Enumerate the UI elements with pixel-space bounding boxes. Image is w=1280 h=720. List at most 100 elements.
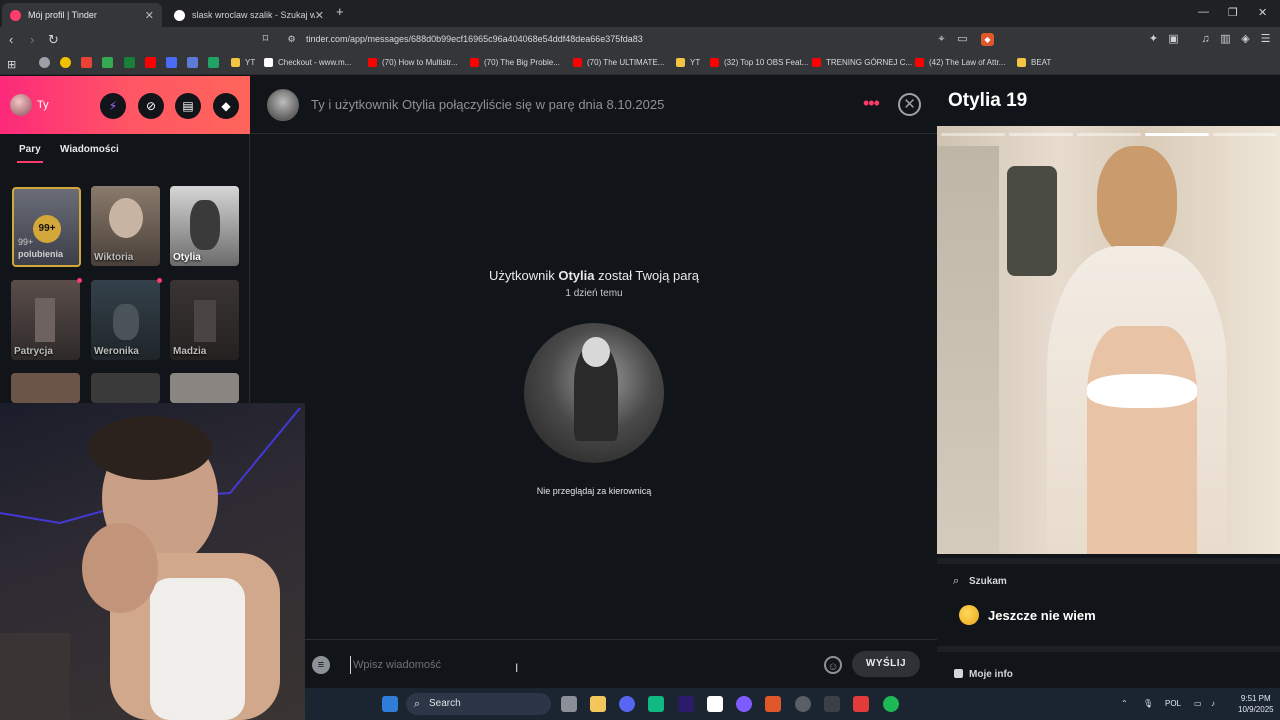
youtube-icon: [470, 58, 479, 67]
sidebar-icon[interactable]: ▥: [1219, 33, 1232, 46]
menu-icon[interactable]: ☰: [1259, 33, 1272, 46]
wallet-icon[interactable]: ◈: [1239, 33, 1252, 46]
profile-photo[interactable]: [937, 126, 1280, 554]
bookmark-item[interactable]: (32) Top 10 OBS Feat...: [710, 58, 808, 67]
bookmark-item[interactable]: (70) The Big Proble...: [470, 58, 560, 67]
match-card-weronika[interactable]: Weronika: [91, 280, 160, 360]
brave-shields-icon[interactable]: ◆: [981, 33, 994, 46]
tab-tinder[interactable]: Mój profil | Tinder ✕: [2, 3, 162, 27]
google-favicon-icon: [174, 9, 185, 21]
match-date-text: Ty i użytkownik Otylia połączyliście się…: [311, 97, 665, 112]
tab-messages[interactable]: Wiadomości: [60, 144, 119, 155]
match-title: Użytkownik Otylia został Twoją parą: [488, 268, 700, 283]
brave-icon[interactable]: [765, 696, 781, 712]
likes-tile[interactable]: 99+ 99+ polubienia: [12, 187, 81, 267]
bookmark-folder[interactable]: BEAT: [1017, 58, 1051, 67]
youtube-bookmark-icon[interactable]: [145, 57, 156, 68]
app-icon[interactable]: [648, 696, 664, 712]
send-button[interactable]: WYŚLIJ: [852, 651, 920, 677]
drive-bookmark-icon[interactable]: [102, 57, 113, 68]
media-icon[interactable]: ♫: [1199, 33, 1212, 46]
more-options-icon[interactable]: •••: [863, 94, 880, 112]
app-icon[interactable]: [736, 696, 752, 712]
gmail-bookmark-icon[interactable]: [81, 57, 92, 68]
gif-icon[interactable]: ≡: [312, 656, 330, 674]
search-icon: ⌕: [953, 575, 960, 587]
cast-icon[interactable]: ▭: [956, 33, 969, 46]
minimize-button[interactable]: —: [1198, 6, 1209, 18]
my-info-title: Moje info: [969, 669, 1013, 680]
bookmark-item[interactable]: TRENING GÓRNEJ C...: [812, 58, 912, 67]
phone-shape: [1007, 166, 1057, 276]
youtube-icon: [710, 58, 719, 67]
taskbar-search[interactable]: ⌕ Search: [406, 693, 551, 715]
bookmark-folder[interactable]: YT: [231, 58, 255, 67]
close-icon[interactable]: ✕: [898, 93, 921, 116]
bookmark-folder[interactable]: YT: [676, 58, 700, 67]
message-input[interactable]: [350, 656, 820, 674]
tray-chevron-icon[interactable]: ⌃: [1121, 699, 1128, 708]
tab-google-search[interactable]: slask wroclaw szalik - Szukaj w Googl ✕: [166, 3, 332, 27]
boost-icon[interactable]: ⚡: [100, 93, 126, 119]
clock-time: 9:51 PM: [1240, 694, 1271, 703]
back-icon[interactable]: ‹: [9, 32, 13, 48]
avatar[interactable]: [267, 89, 299, 121]
windows-start-icon[interactable]: [382, 696, 398, 712]
bookmark-item[interactable]: Checkout - www.m...: [264, 58, 351, 67]
terminal-icon[interactable]: [824, 696, 840, 712]
capcut-icon[interactable]: [707, 696, 723, 712]
forward-icon[interactable]: ›: [30, 32, 34, 48]
avatar[interactable]: [10, 94, 32, 116]
emoji-icon[interactable]: ☺: [824, 656, 842, 674]
explore-icon[interactable]: ⊘: [138, 93, 164, 119]
taskbar-clock[interactable]: 9:51 PM 10/9/2025: [1238, 693, 1274, 715]
file-explorer-icon[interactable]: [590, 696, 606, 712]
url-field[interactable]: tinder.com/app/messages/688d0b99ecf16965…: [306, 34, 643, 44]
match-photo[interactable]: [524, 323, 664, 463]
bookmark-item[interactable]: (70) The ULTIMATE...: [573, 58, 664, 67]
app-icon[interactable]: [853, 696, 869, 712]
reload-icon[interactable]: ↻: [48, 32, 59, 48]
task-view-icon[interactable]: [561, 696, 577, 712]
bookmark-icon[interactable]: ⌑: [259, 33, 272, 46]
new-tab-button[interactable]: +: [336, 4, 344, 19]
volume-icon[interactable]: ♪: [1211, 699, 1215, 708]
folder-icon: [231, 58, 240, 67]
spotify-icon[interactable]: [883, 696, 899, 712]
shield-icon[interactable]: ◆: [213, 93, 239, 119]
match-card-patrycja[interactable]: Patrycja: [11, 280, 80, 360]
profile-label[interactable]: Ty: [37, 99, 49, 111]
network-icon[interactable]: ▭: [1194, 699, 1202, 708]
restore-button[interactable]: ❐: [1228, 6, 1238, 19]
apple-bookmark-icon[interactable]: [39, 57, 50, 68]
bookmark-item[interactable]: (70) How to Multistr...: [368, 58, 458, 67]
bookmark-icon[interactable]: [208, 57, 219, 68]
bookmark-icon[interactable]: [187, 57, 198, 68]
window-close-button[interactable]: ✕: [1258, 6, 1267, 19]
looking-for-title: Szukam: [969, 576, 1007, 587]
match-card[interactable]: [91, 373, 160, 403]
premiere-icon[interactable]: [678, 696, 694, 712]
tab-close-icon[interactable]: ✕: [145, 9, 154, 22]
bookmark-icon[interactable]: [166, 57, 177, 68]
match-card[interactable]: [11, 373, 80, 403]
briefcase-icon[interactable]: ▤: [175, 93, 201, 119]
obs-icon[interactable]: [795, 696, 811, 712]
sheets-bookmark-icon[interactable]: [124, 57, 135, 68]
bookmark-item[interactable]: (42) The Law of Attr...: [915, 58, 1005, 67]
language-indicator[interactable]: POL: [1165, 699, 1181, 708]
site-settings-icon[interactable]: ⚙: [285, 33, 298, 46]
microphone-icon[interactable]: 🎙: [1143, 699, 1153, 708]
match-card-wiktoria[interactable]: Wiktoria: [91, 186, 160, 266]
bookmark-icon[interactable]: [60, 57, 71, 68]
match-card[interactable]: [170, 373, 239, 403]
apps-icon[interactable]: ⊞: [7, 58, 16, 71]
discord-icon[interactable]: [619, 696, 635, 712]
tab-close-icon[interactable]: ✕: [315, 9, 324, 22]
screenshot-icon[interactable]: ▣: [1167, 33, 1180, 46]
match-card-madzia[interactable]: Madzia: [170, 280, 239, 360]
tab-matches[interactable]: Pary: [17, 144, 43, 163]
match-card-otylia[interactable]: Otylia: [170, 186, 239, 266]
extensions-icon[interactable]: ✦: [1147, 33, 1160, 46]
location-icon[interactable]: ⌖: [935, 33, 948, 46]
